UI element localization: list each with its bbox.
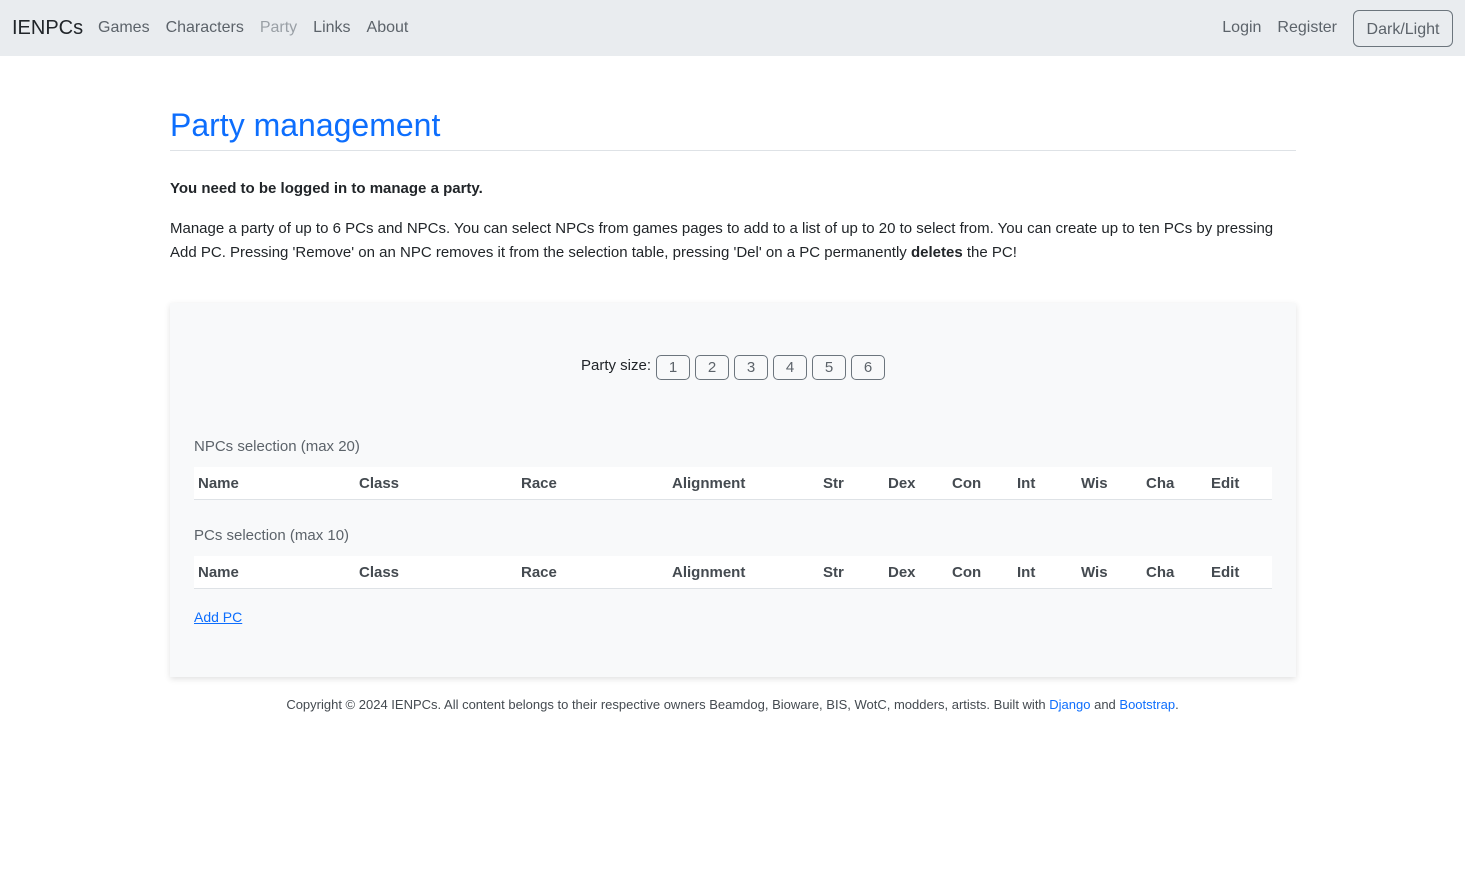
pc-col-int: Int [1017, 564, 1036, 581]
party-card: Party size: 1 2 3 4 5 6 NPCs selection (… [170, 303, 1296, 677]
npc-col-class: Class [359, 475, 400, 492]
npc-col-cha: Cha [1146, 475, 1175, 492]
pc-selection-title: PCs selection (max 10) [194, 527, 350, 544]
party-size-label: Party size: [581, 357, 652, 374]
login-required-note: You need to be logged in to manage a par… [170, 180, 483, 197]
login-link[interactable]: Login [1222, 19, 1261, 37]
page-description: Manage a party of up to 6 PCs and NPCs. … [170, 217, 1296, 265]
description-text-1: Manage a party of up to 6 PCs and NPCs. … [170, 220, 1274, 261]
npc-col-edit: Edit [1211, 475, 1240, 492]
party-size-6-button[interactable]: 6 [851, 355, 886, 380]
title-divider [170, 150, 1296, 151]
pc-col-str: Str [823, 564, 844, 581]
npc-col-wis: Wis [1081, 475, 1108, 492]
theme-toggle-button[interactable]: Dark/Light [1353, 10, 1453, 47]
add-pc-link[interactable]: Add PC [194, 609, 242, 625]
npc-col-int: Int [1017, 475, 1036, 492]
npc-col-con: Con [952, 475, 982, 492]
footer-and: and [1090, 697, 1120, 712]
pc-col-cha: Cha [1146, 564, 1175, 581]
footer-period: . [1175, 697, 1179, 712]
pc-col-class: Class [359, 564, 400, 581]
django-link[interactable]: Django [1049, 697, 1090, 712]
npc-col-alignment: Alignment [672, 475, 746, 492]
nav-about[interactable]: About [367, 19, 409, 37]
pc-table-header: Name Class Race Alignment Str Dex Con In… [194, 556, 1272, 589]
npc-col-str: Str [823, 475, 844, 492]
pc-col-name: Name [198, 564, 239, 581]
footer-copyright: Copyright © 2024 IENPCs. All content bel… [286, 697, 1050, 712]
bootstrap-link[interactable]: Bootstrap [1119, 697, 1175, 712]
nav-party[interactable]: Party [260, 19, 297, 37]
npc-col-dex: Dex [888, 475, 916, 492]
party-size-3-button[interactable]: 3 [734, 355, 769, 380]
nav-games[interactable]: Games [98, 19, 150, 37]
nav-characters[interactable]: Characters [166, 19, 244, 37]
npc-col-race: Race [521, 475, 557, 492]
navbar: IENPCs Games Characters Party Links Abou… [0, 0, 1465, 56]
description-text-2: the PC! [962, 244, 1017, 261]
brand-logo[interactable]: IENPCs [12, 17, 83, 40]
party-size-selector: Party size: 1 2 3 4 5 6 [581, 353, 890, 380]
party-size-2-button[interactable]: 2 [695, 355, 730, 380]
main-content: Party management You need to be logged i… [170, 100, 1296, 265]
pc-col-race: Race [521, 564, 557, 581]
npc-selection-title: NPCs selection (max 20) [194, 438, 360, 455]
register-link[interactable]: Register [1277, 19, 1337, 37]
auth-nav: Login Register [1222, 19, 1337, 37]
main-nav: Games Characters Party Links About [98, 19, 408, 37]
npc-col-name: Name [198, 475, 239, 492]
footer: Copyright © 2024 IENPCs. All content bel… [0, 697, 1465, 712]
party-size-5-button[interactable]: 5 [812, 355, 847, 380]
party-size-1-button[interactable]: 1 [656, 355, 691, 380]
pc-col-dex: Dex [888, 564, 916, 581]
nav-links[interactable]: Links [313, 19, 350, 37]
pc-col-wis: Wis [1081, 564, 1108, 581]
npc-table-header: Name Class Race Alignment Str Dex Con In… [194, 467, 1272, 500]
pc-col-alignment: Alignment [672, 564, 746, 581]
pc-col-edit: Edit [1211, 564, 1240, 581]
party-size-4-button[interactable]: 4 [773, 355, 808, 380]
description-bold: deletes [910, 244, 963, 261]
page-title: Party management [170, 107, 441, 143]
pc-col-con: Con [952, 564, 982, 581]
